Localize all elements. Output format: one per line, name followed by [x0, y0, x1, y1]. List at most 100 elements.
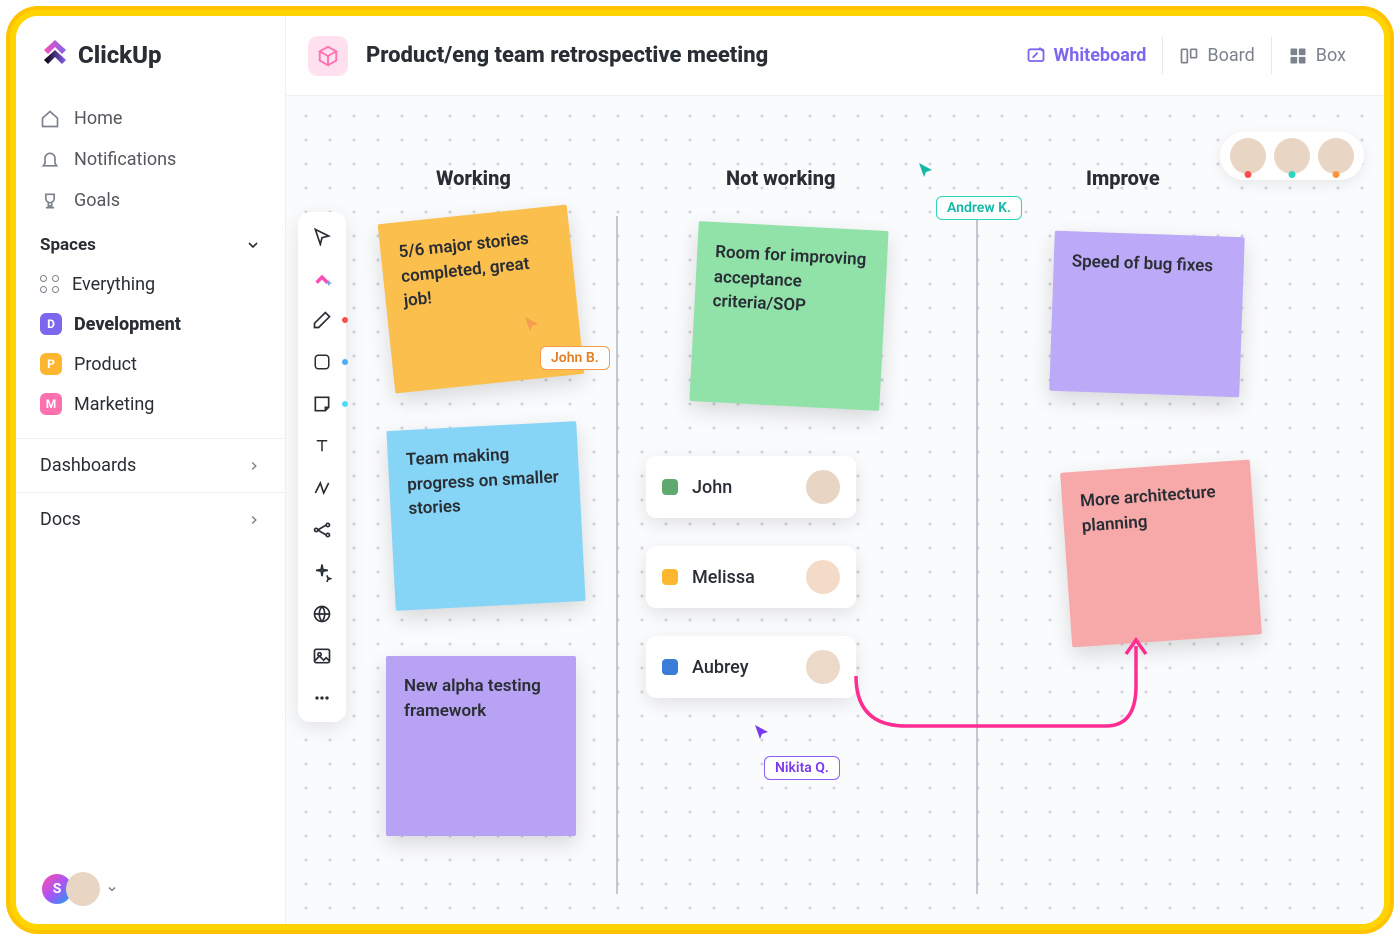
sidebar-space-marketing[interactable]: M Marketing	[16, 384, 285, 424]
logo[interactable]: ClickUp	[16, 40, 285, 98]
sidebar-dashboards[interactable]: Dashboards	[16, 438, 285, 492]
sticky-note[interactable]: New alpha testing framework	[386, 656, 576, 836]
board-icon	[1179, 46, 1199, 66]
tool-select[interactable]	[310, 224, 334, 248]
sidebar-docs-label: Docs	[40, 509, 81, 530]
sticky-text: Speed of bug fixes	[1071, 251, 1213, 276]
sticky-note[interactable]: Team making progress on smaller stories	[386, 421, 585, 611]
trophy-icon	[40, 191, 60, 211]
cursor-label: Nikita Q.	[764, 756, 840, 780]
space-label: Development	[74, 314, 181, 335]
app-frame: ClickUp Home Notifications Goals Spaces …	[10, 10, 1390, 930]
sidebar-dashboards-label: Dashboards	[40, 455, 136, 476]
presence-avatar[interactable]	[1274, 138, 1310, 174]
person-card[interactable]: Aubrey	[646, 636, 856, 698]
cursor-icon	[754, 724, 770, 740]
column-header-working: Working	[436, 166, 511, 190]
column-divider	[616, 216, 618, 894]
space-badge: D	[40, 313, 62, 335]
sticky-note[interactable]: More architecture planning	[1060, 460, 1262, 648]
tool-web[interactable]	[310, 602, 334, 626]
cursor-icon	[918, 162, 934, 178]
person-name: Aubrey	[692, 657, 792, 678]
sidebar-docs[interactable]: Docs	[16, 492, 285, 546]
view-tab-box[interactable]: Box	[1271, 37, 1362, 74]
sticky-note[interactable]: Room for improving acceptance criteria/S…	[689, 221, 888, 411]
spaces-header[interactable]: Spaces	[16, 221, 285, 265]
column-header-improve: Improve	[1086, 166, 1160, 190]
page-title: Product/eng team retrospective meeting	[366, 43, 768, 68]
cursor-label: John B.	[540, 346, 610, 370]
cursor-icon	[524, 316, 540, 332]
spaces-header-label: Spaces	[40, 235, 96, 255]
view-tab-label: Board	[1207, 45, 1254, 66]
cursor-label: Andrew K.	[936, 196, 1022, 220]
tool-pen[interactable]	[310, 308, 334, 332]
person-color	[662, 569, 678, 585]
sidebar-space-development[interactable]: D Development	[16, 304, 285, 344]
chevron-down-icon[interactable]	[106, 883, 118, 895]
whiteboard-icon	[1026, 46, 1046, 66]
nav-notifications[interactable]: Notifications	[16, 139, 285, 180]
page-icon[interactable]	[308, 36, 348, 76]
person-color	[662, 479, 678, 495]
nav-goals[interactable]: Goals	[16, 180, 285, 221]
column-divider	[976, 216, 978, 894]
sticky-text: Team making progress on smaller stories	[405, 445, 559, 520]
tool-image[interactable]	[310, 644, 334, 668]
avatar	[806, 470, 840, 504]
tool-more[interactable]	[310, 686, 334, 710]
presence-avatar[interactable]	[1318, 138, 1354, 174]
whiteboard-canvas[interactable]: Working Not working Improve 5/6 major st…	[286, 96, 1384, 924]
sidebar-footer: S	[16, 854, 285, 924]
view-tab-whiteboard[interactable]: Whiteboard	[1010, 37, 1163, 74]
svg-text:+: +	[326, 278, 332, 288]
cube-icon	[317, 45, 339, 67]
main-area: Product/eng team retrospective meeting W…	[286, 16, 1384, 924]
person-card[interactable]: John	[646, 456, 856, 518]
user-avatar[interactable]	[66, 872, 100, 906]
topbar: Product/eng team retrospective meeting W…	[286, 16, 1384, 96]
sticky-text: More architecture planning	[1079, 482, 1216, 536]
sticky-note[interactable]: Speed of bug fixes	[1049, 231, 1244, 398]
tool-clickup[interactable]: +	[310, 266, 334, 290]
view-tab-board[interactable]: Board	[1162, 37, 1270, 74]
bell-icon	[40, 150, 60, 170]
avatar	[806, 560, 840, 594]
person-color	[662, 659, 678, 675]
chevron-right-icon	[247, 513, 261, 527]
column-header-not-working: Not working	[726, 166, 835, 190]
everything-icon	[40, 275, 60, 295]
avatar	[806, 650, 840, 684]
presence-bar	[1220, 132, 1364, 180]
nav-home[interactable]: Home	[16, 98, 285, 139]
nav-notifications-label: Notifications	[74, 149, 176, 170]
tool-shape[interactable]	[310, 350, 334, 374]
person-name: Melissa	[692, 567, 792, 588]
nav-goals-label: Goals	[74, 190, 120, 211]
sticky-text: Room for improving acceptance criteria/S…	[712, 242, 867, 316]
sidebar-space-product[interactable]: P Product	[16, 344, 285, 384]
sidebar-everything-label: Everything	[72, 274, 155, 295]
tool-diagram[interactable]	[310, 518, 334, 542]
whiteboard-toolbar: +	[298, 212, 346, 722]
sidebar: ClickUp Home Notifications Goals Spaces …	[16, 16, 286, 924]
clickup-logo-icon	[40, 40, 70, 70]
person-card[interactable]: Melissa	[646, 546, 856, 608]
view-tab-label: Box	[1316, 45, 1346, 66]
tool-ai[interactable]	[310, 560, 334, 584]
space-badge: P	[40, 353, 62, 375]
person-name: John	[692, 477, 792, 498]
sidebar-everything[interactable]: Everything	[16, 265, 285, 304]
tool-connector[interactable]	[310, 476, 334, 500]
space-label: Product	[74, 354, 137, 375]
tool-sticky[interactable]	[310, 392, 334, 416]
view-tabs: Whiteboard Board Box	[1010, 37, 1362, 74]
chevron-right-icon	[247, 459, 261, 473]
sticky-text: New alpha testing framework	[404, 676, 541, 721]
presence-avatar[interactable]	[1230, 138, 1266, 174]
chevron-down-icon	[245, 237, 261, 253]
tool-text[interactable]	[310, 434, 334, 458]
brand-name: ClickUp	[78, 41, 162, 69]
home-icon	[40, 109, 60, 129]
